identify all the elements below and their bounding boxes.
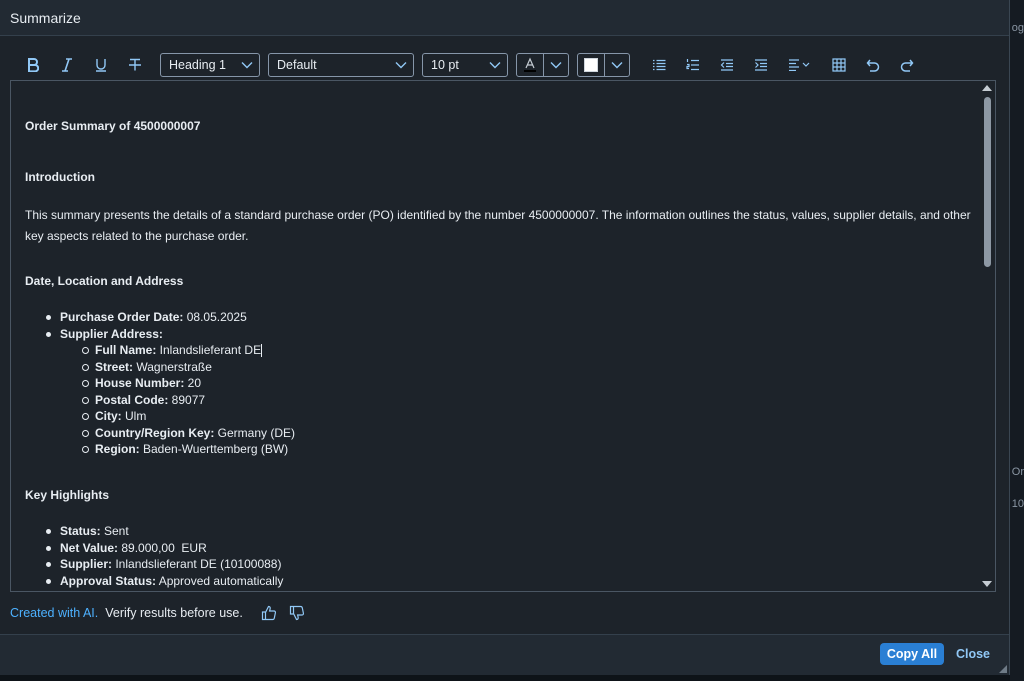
thumbs-down-icon[interactable] [289,605,305,621]
chevron-down-icon[interactable] [605,54,629,76]
chevron-down-icon [489,62,501,69]
list-item: Purchase Order Date: 08.05.2025 [46,309,247,326]
bullet-icon [46,545,51,551]
font-family-select-value: Default [277,58,317,72]
circle-bullet-icon [82,413,89,420]
summarize-dialog: Summarize Heading 1 Default 10 pt Order … [0,0,1010,675]
scroll-up-icon[interactable] [982,85,992,91]
outdent-button[interactable] [710,52,744,78]
background-text: og [1011,22,1024,34]
align-left-icon [789,59,810,71]
supplier-address-sublist: Full Name: Inlandslieferant DE Street: W… [82,342,295,458]
font-size-select-value: 10 pt [431,58,459,72]
undo-button[interactable] [856,52,890,78]
list-item: House Number: 20 [82,375,295,392]
background-color-icon[interactable] [578,54,605,76]
circle-bullet-icon [82,446,89,453]
circle-bullet-icon [82,363,89,371]
font-size-select[interactable]: 10 pt [422,53,508,77]
bold-icon [28,58,39,72]
italic-button[interactable] [50,52,84,78]
underline-button[interactable] [84,52,118,78]
list-item: Approval Status: Approved automatically [46,573,283,590]
text-align-button[interactable] [778,52,822,78]
ai-notice: Created with AI. Verify results before u… [10,604,317,622]
list-item: Supplier: Inlandslieferant DE (10100088) [46,556,283,573]
table-icon [832,58,846,72]
copy-all-button[interactable]: Copy All [880,643,944,665]
list-item: Supplier Address: [46,326,247,343]
bullet-icon [46,578,51,584]
font-family-select[interactable]: Default [268,53,414,77]
document-title: Order Summary of 4500000007 [25,119,201,133]
list-item: Full Name: Inlandslieferant DE [82,342,295,359]
section-heading-date-location: Date, Location and Address [25,274,184,288]
thumbs-up-icon[interactable] [261,605,277,621]
created-with-ai-link[interactable]: Created with AI. [10,606,98,620]
strikethrough-button[interactable] [118,52,152,78]
introduction-paragraph: This summary presents the details of a s… [25,208,971,243]
bullet-icon [46,562,51,567]
dialog-header: Summarize [0,0,1009,36]
editor-scrollbar[interactable] [981,83,993,589]
outdent-icon [720,59,733,71]
circle-bullet-icon [82,380,89,387]
list-item: Status: Sent [46,523,283,540]
bullet-list-button[interactable] [642,52,676,78]
heading-select[interactable]: Heading 1 [160,53,260,77]
bold-button[interactable] [16,52,50,78]
bullet-icon [46,315,51,320]
verify-results-note: Verify results before use. [105,606,243,620]
circle-bullet-icon [82,396,89,404]
circle-bullet-icon [82,429,89,437]
list-item: Street: Wagnerstraße [82,359,295,376]
numbered-list-icon [686,59,699,71]
insert-table-button[interactable] [822,52,856,78]
italic-icon [62,58,72,72]
background-color-picker[interactable] [577,53,630,77]
list-item: Postal Code: 89077 [82,392,295,409]
section-heading-key-highlights: Key Highlights [25,488,110,502]
address-list: Purchase Order Date: 08.05.2025 Supplier… [46,309,247,343]
key-highlights-list: Status: Sent Net Value: 89.000,00 EUR Su… [46,523,283,590]
undo-icon [866,59,880,72]
text-color-icon[interactable] [517,54,544,76]
list-item: Country/Region Key: Germany (DE) [82,425,295,442]
dialog-title: Summarize [10,9,81,26]
indent-icon [755,59,767,71]
background-app: og Or 10 [1010,0,1024,681]
rich-text-editor[interactable]: Order Summary of 4500000007 Introduction… [10,80,996,592]
background-text: Or [1011,466,1024,478]
bullet-icon [46,331,51,337]
chevron-down-icon [395,62,407,69]
redo-icon [900,59,914,72]
strikethrough-icon [129,58,141,71]
bullet-list-icon [653,59,666,71]
background-text: 10 [1011,498,1024,510]
chevron-down-icon [241,62,253,69]
close-button[interactable]: Close [952,643,994,665]
heading-select-value: Heading 1 [169,58,226,72]
chevron-down-icon[interactable] [544,54,568,76]
text-cursor [261,344,263,358]
section-heading-introduction: Introduction [25,170,95,184]
bullet-icon [46,529,51,534]
scroll-down-icon[interactable] [982,581,992,587]
indent-button[interactable] [744,52,778,78]
dialog-footer: Copy All Close [0,634,1009,675]
rich-text-toolbar: Heading 1 Default 10 pt [16,52,924,78]
numbered-list-button[interactable] [676,52,710,78]
text-color-picker[interactable] [516,53,569,77]
list-item: City: Ulm [82,408,295,425]
redo-button[interactable] [890,52,924,78]
resize-handle-icon[interactable] [999,665,1007,673]
scrollbar-thumb[interactable] [984,97,991,267]
list-item: Region: Baden-Wuerttemberg (BW) [82,441,295,458]
circle-bullet-icon [82,347,89,354]
list-item: Net Value: 89.000,00 EUR [46,540,283,557]
underline-icon [96,59,106,72]
